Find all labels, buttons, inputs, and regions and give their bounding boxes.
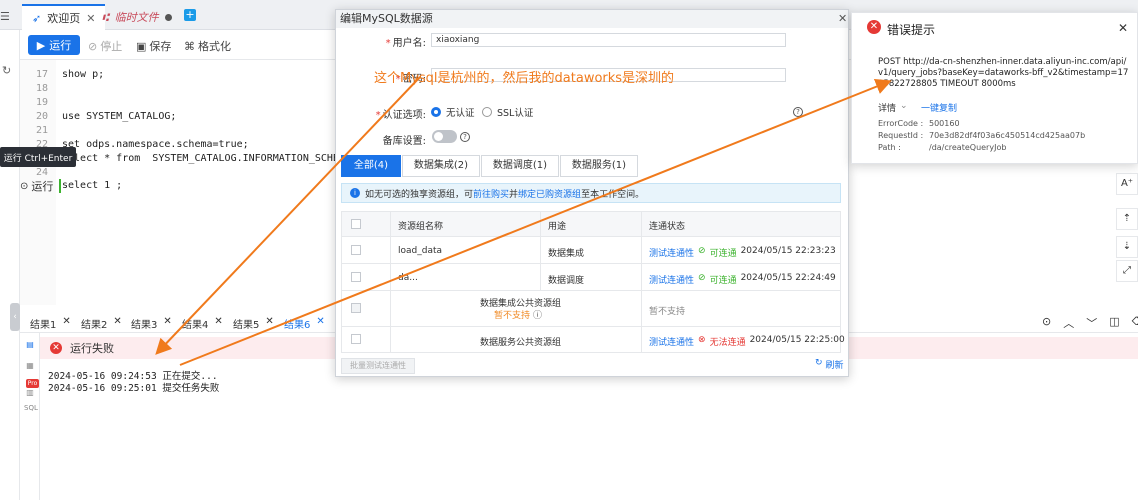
arrow-to-result — [155, 76, 421, 355]
arrow-to-error-popup — [179, 79, 892, 366]
annotation-arrows — [155, 76, 892, 366]
